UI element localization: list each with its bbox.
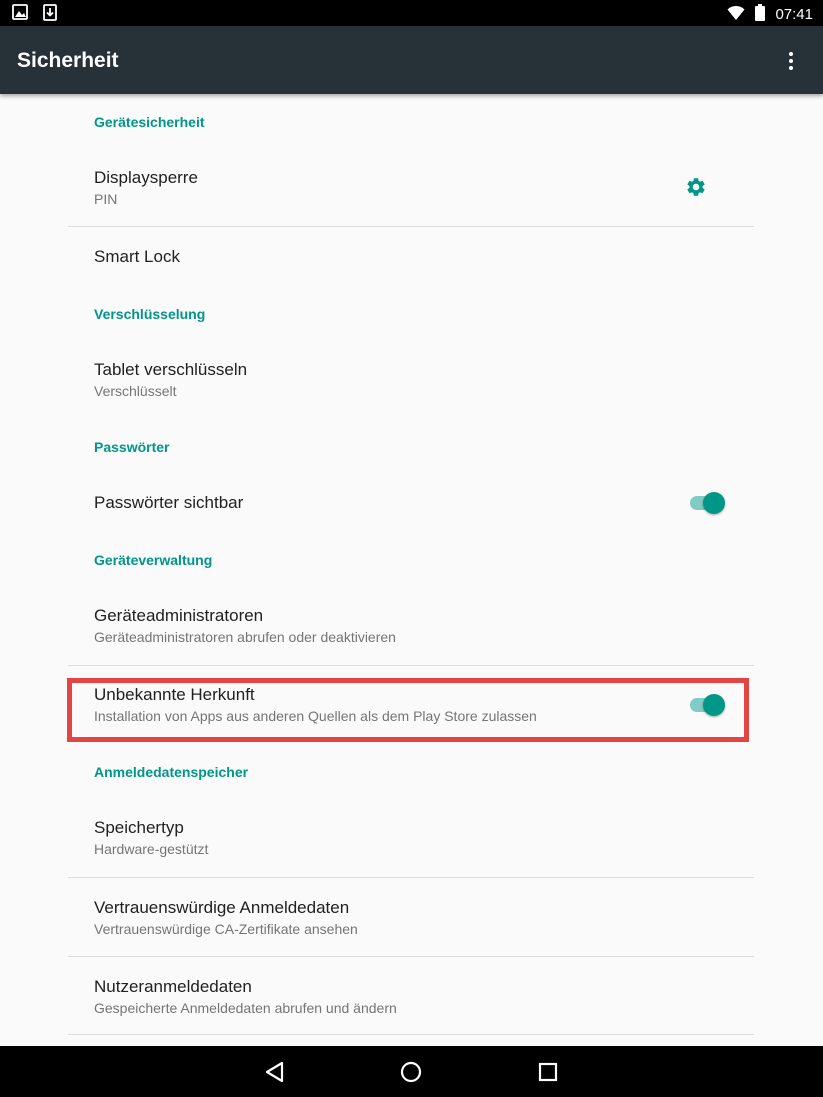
toggle-thumb (703, 492, 725, 514)
pref-title: Displaysperre (94, 168, 198, 187)
toggle-thumb (703, 694, 725, 716)
pref-screen-lock[interactable]: Displaysperre PIN (68, 142, 754, 226)
back-icon[interactable] (262, 1059, 288, 1085)
nav-bar (0, 1046, 823, 1097)
show-passwords-toggle[interactable] (690, 491, 726, 515)
recents-icon[interactable] (535, 1059, 561, 1085)
pref-summary: Installation von Apps aus anderen Quelle… (94, 708, 537, 724)
status-time: 07:41 (775, 6, 813, 23)
image-icon (12, 4, 28, 26)
download-icon (42, 4, 58, 26)
unknown-sources-toggle[interactable] (690, 693, 726, 717)
pref-device-admins[interactable]: Geräteadministratoren Geräteadministrato… (68, 580, 754, 664)
pref-unknown-sources[interactable]: Unbekannte Herkunft Installation von App… (68, 666, 754, 746)
battery-icon (755, 4, 766, 26)
section-header-encryption: Verschlüsselung (94, 306, 206, 322)
pref-trusted-credentials[interactable]: Vertrauenswürdige Anmeldedaten Vertrauen… (68, 878, 754, 956)
divider (68, 1034, 754, 1035)
pref-title: Passwörter sichtbar (94, 493, 244, 512)
pref-summary: Geräteadministratoren abrufen oder deakt… (94, 629, 396, 645)
status-bar: 07:41 (0, 0, 823, 26)
pref-title: Speichertyp (94, 818, 184, 837)
pref-show-passwords[interactable]: Passwörter sichtbar (68, 470, 754, 536)
pref-title: Smart Lock (94, 247, 180, 266)
pref-storage-type[interactable]: Speichertyp Hardware-gestützt (68, 792, 754, 876)
pref-title: Geräteadministratoren (94, 606, 264, 625)
pref-summary: Gespeicherte Anmeldedaten abrufen und än… (94, 1000, 397, 1016)
page-title: Sicherheit (17, 49, 119, 72)
settings-list: Gerätesicherheit Displaysperre PIN Smart… (0, 94, 823, 1046)
wifi-icon (727, 5, 745, 26)
pref-encrypt-tablet[interactable]: Tablet verschlüsseln Verschlüsselt (68, 334, 754, 418)
pref-summary: PIN (94, 191, 118, 207)
section-header-passwords: Passwörter (94, 439, 170, 455)
pref-summary: Verschlüsselt (94, 383, 177, 399)
pref-title: Vertrauenswürdige Anmeldedaten (94, 898, 350, 917)
pref-summary: Hardware-gestützt (94, 841, 209, 857)
pref-title: Unbekannte Herkunft (94, 685, 255, 704)
pref-title: Tablet verschlüsseln (94, 360, 248, 379)
pref-user-credentials[interactable]: Nutzeranmeldedaten Gespeicherte Anmelded… (68, 957, 754, 1033)
pref-title: Nutzeranmeldedaten (94, 977, 252, 996)
section-header-device-admin: Geräteverwaltung (94, 552, 213, 568)
section-header-device-security: Gerätesicherheit (94, 114, 205, 130)
pref-smart-lock[interactable]: Smart Lock (68, 227, 754, 289)
app-bar: Sicherheit (0, 26, 823, 94)
home-icon[interactable] (398, 1059, 424, 1085)
overflow-menu-icon[interactable] (778, 46, 804, 76)
section-header-credential-storage: Anmeldedatenspeicher (94, 764, 249, 780)
pref-summary: Vertrauenswürdige CA-Zertifikate ansehen (94, 921, 358, 937)
gear-icon[interactable] (685, 176, 707, 198)
